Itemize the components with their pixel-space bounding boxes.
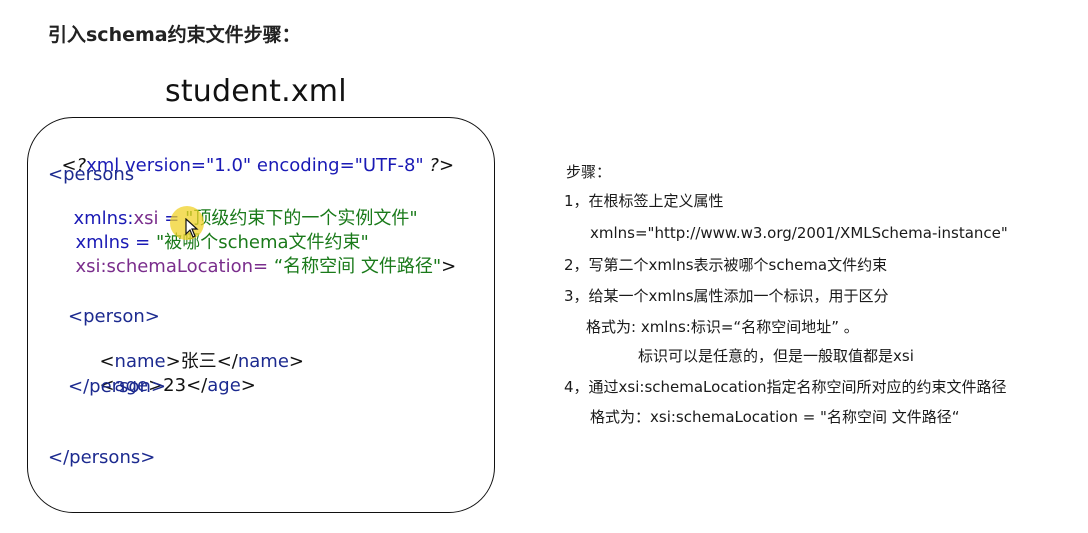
age-close-lt: </ <box>186 375 208 396</box>
step-3-format: 格式为: xmlns:标识=“名称空间地址” 。 <box>586 318 859 336</box>
schema-location-attr: xsi:schemaLocation= <box>75 256 274 277</box>
decl-close: ?> <box>429 155 455 176</box>
step-3-note: 标识可以是任意的，但是一般取值都是xsi <box>638 347 914 365</box>
age-close-gt: > <box>240 375 256 396</box>
age-text: 23 <box>163 375 187 396</box>
persons-open-tag: <persons <box>48 164 135 185</box>
step-1-detail: xmlns="http://www.w3.org/2001/XMLSchema-… <box>590 224 1008 242</box>
person-close-tag: </person> <box>68 376 166 397</box>
persons-open-end: > <box>441 256 457 277</box>
mouse-pointer-icon <box>185 217 199 242</box>
person-open-tag: <person> <box>68 306 160 327</box>
decl-body: xml version="1.0" encoding="UTF-8" <box>86 155 430 176</box>
step-2: 2，写第二个xmlns表示被哪个schema文件约束 <box>564 256 888 274</box>
age-close-tag: age <box>207 375 241 396</box>
schema-location-line: xsi:schemaLocation= “名称空间 文件路径"> <box>64 234 456 278</box>
step-3: 3，给某一个xmlns属性添加一个标识，用于区分 <box>564 287 889 305</box>
persons-close-tag: </persons> <box>48 447 156 468</box>
page-heading: 引入schema约束文件步骤： <box>48 24 301 46</box>
step-1: 1，在根标签上定义属性 <box>564 192 724 210</box>
step-4-format: 格式为：xsi:schemaLocation = "名称空间 文件路径“ <box>590 408 960 426</box>
name-close-gt: > <box>288 351 304 372</box>
schema-location-value: “名称空间 文件路径" <box>273 256 442 277</box>
steps-title: 步骤： <box>566 163 612 181</box>
file-name-title: student.xml <box>165 74 347 109</box>
step-4: 4，通过xsi:schemaLocation指定名称空间所对应的约束文件路径 <box>564 378 1007 396</box>
